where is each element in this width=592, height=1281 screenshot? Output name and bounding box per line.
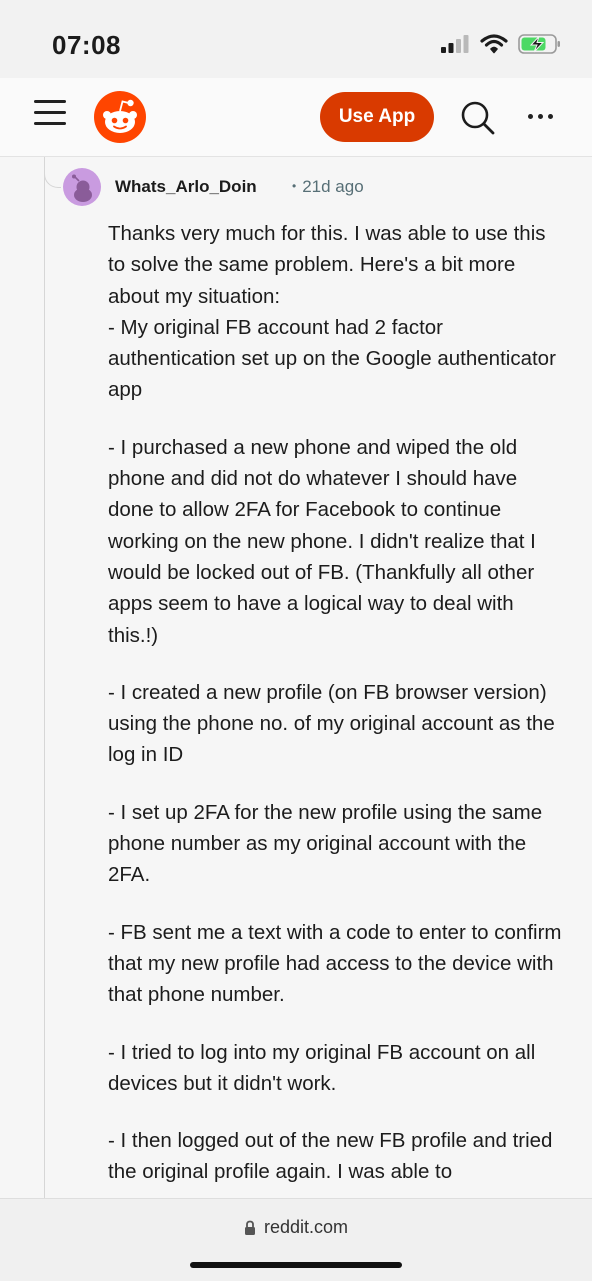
reddit-logo[interactable] — [94, 91, 146, 143]
meta-separator: • — [292, 179, 297, 193]
browser-address-bar[interactable]: reddit.com — [0, 1198, 592, 1281]
use-app-button[interactable]: Use App — [320, 92, 434, 142]
more-icon-dot — [527, 113, 533, 119]
thread-connector — [44, 157, 61, 188]
lock-icon — [244, 1220, 255, 1235]
comment-meta: • 21d ago — [292, 177, 364, 197]
comment-paragraph: - I set up 2FA for the new profile using… — [108, 800, 543, 887]
more-icon[interactable] — [524, 104, 556, 128]
url-text: reddit.com — [263, 1217, 349, 1237]
comment-paragraph: - FB sent me a text with a code to enter… — [108, 920, 562, 1007]
battery-charging-icon — [518, 34, 560, 54]
comment-age[interactable]: 21d ago — [302, 177, 363, 196]
site-header: Use App — [0, 78, 592, 157]
home-indicator[interactable] — [190, 1262, 402, 1268]
comment-paragraph: - I tried to log into my original FB acc… — [108, 1040, 536, 1095]
comment-author[interactable]: Whats_Arlo_Doin — [115, 177, 257, 197]
clock: 07:08 — [52, 30, 121, 60]
menu-icon-bar — [34, 100, 66, 103]
comment-paragraph: Thanks very much for this. I was able to… — [108, 222, 556, 402]
more-icon-dot — [537, 113, 543, 119]
comment-body: Thanks very much for this. I was able to… — [108, 218, 568, 1214]
user-avatar[interactable] — [63, 168, 101, 206]
signal-icon — [441, 35, 469, 53]
more-icon-dot — [547, 113, 553, 119]
menu-icon-bar — [34, 111, 66, 114]
comment-paragraph: - I then logged out of the new FB profil… — [108, 1129, 553, 1184]
thread-line[interactable] — [44, 157, 45, 1199]
menu-icon-bar — [34, 122, 66, 125]
status-bar: 07:08 — [0, 0, 592, 78]
comment-paragraph: - I created a new profile (on FB browser… — [108, 680, 555, 767]
comment-paragraph: - I purchased a new phone and wiped the … — [108, 435, 536, 647]
wifi-icon — [480, 34, 508, 54]
status-icons — [440, 33, 562, 55]
menu-button[interactable] — [34, 100, 66, 132]
search-icon[interactable] — [458, 98, 498, 138]
url-display[interactable]: reddit.com — [0, 1217, 592, 1238]
